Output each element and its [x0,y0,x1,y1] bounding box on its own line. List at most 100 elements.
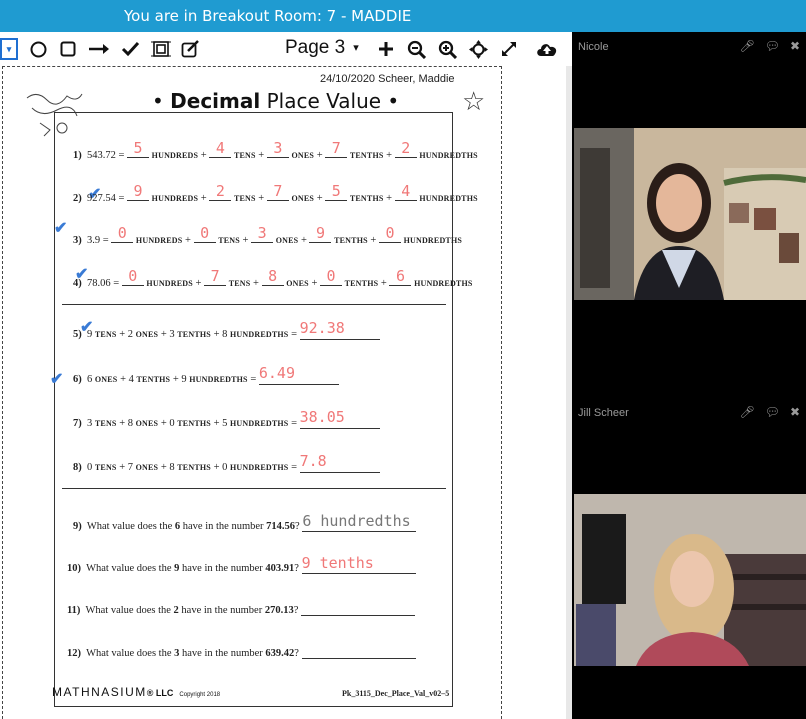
question-number: 714.56 [266,521,296,532]
unit-label: HUNDREDTHS [403,236,463,245]
checkmark-icon[interactable] [119,36,141,62]
problem-number: 10) [67,563,81,574]
answer-blank[interactable]: 7 [204,267,227,286]
unit-label: TENS [94,419,117,428]
answer-blank[interactable]: 6 hundredths [302,512,417,532]
handwritten-answer: 3 [273,139,283,157]
circle-icon[interactable] [28,36,48,62]
plus-icon[interactable] [376,36,396,62]
video-tile-jill-scheer[interactable]: Jill Scheer 🎤︎ 💬︎ ✖ [574,398,806,719]
arrow-icon[interactable] [87,36,111,62]
unit-label: TENS [228,279,251,288]
close-icon[interactable]: ✖ [790,39,800,53]
question-mark: ? [295,521,300,532]
unit-label: HUNDREDS [151,151,199,160]
handwritten-answer: 8 [268,267,278,285]
question-digit: 2 [173,605,179,616]
microphone-icon[interactable]: 🎤︎ [739,405,754,419]
close-icon[interactable]: ✖ [790,405,800,419]
zoom-out-icon[interactable] [405,36,427,62]
pen-dropdown-icon[interactable]: ▾ [0,38,18,60]
answer-blank[interactable]: 0 [111,224,134,243]
answer-blank[interactable]: 0 [378,224,401,243]
problem-number: 4) [73,278,82,289]
question-mark: ? [294,563,299,574]
answer-blank[interactable]: 4 [394,182,417,201]
cloud-upload-icon[interactable] [534,36,560,62]
unit-label: ONES [291,151,315,160]
answer-blank[interactable]: 5 [127,139,150,158]
title-bold: Decimal [170,89,261,113]
problem-number: 8) [73,462,82,473]
answer-blank[interactable]: 3 [266,139,289,158]
answer-blank[interactable]: 4 [209,139,232,158]
answer-blank[interactable]: 2 [394,139,417,158]
square-icon[interactable] [58,36,78,62]
typed-answer: 6.49 [258,364,295,382]
scrollbar[interactable] [566,66,572,719]
answer-blank[interactable]: 5 [325,182,348,201]
problem-number: 12) [67,648,81,659]
video-feed [574,128,806,300]
answer-blank[interactable]: 6 [389,267,412,286]
question-text: have in the number [181,605,263,616]
unit-label: HUNDREDTHS [229,463,289,472]
answer-blank[interactable]: 92.38 [299,319,380,340]
term: + 8 [213,329,228,340]
unit-label: ONES [286,279,309,288]
question-digit: 6 [174,521,181,532]
answer-blank[interactable]: 6.49 [258,364,339,385]
answer-blank[interactable]: 9 tenths [301,554,416,574]
whiteboard-pane[interactable]: ▾ Page 3 ▾ 24/10/2020 Scheer, Maddie • D… [0,32,572,719]
equals-sign: = [250,374,257,385]
term: 9 [87,329,93,340]
video-controls: 🎤︎ 💬︎ ✖ [739,39,800,53]
zoom-in-icon[interactable] [436,36,458,62]
unit-label: HUNDREDTHS [414,279,473,288]
worksheet-title: • Decimal Place Value • [152,89,399,113]
expand-icon[interactable] [498,36,520,62]
unit-label: TENTHS [177,463,211,472]
answer-blank[interactable]: 0 [319,267,342,286]
answer-blank[interactable]: 7 [325,139,348,158]
answer-blank[interactable] [301,643,416,659]
handwritten-answer: 3 [257,224,267,242]
video-tile-nicole[interactable]: Nicole 🎤︎ 💬︎ ✖ [574,32,806,396]
question-digit: 9 [174,563,180,574]
answer-blank[interactable]: 8 [261,267,284,286]
answer-blank[interactable]: 0 [121,267,144,286]
question-number: 639.42 [265,648,295,659]
problem-row: 5) 9 TENS + 2 ONES + 3 TENTHS + 8 HUNDRE… [73,319,380,340]
annotation-toolbar: ▾ Page 3 ▾ [0,32,572,66]
answer-blank[interactable]: 3 [251,224,274,243]
chat-icon[interactable]: 💬︎ [765,405,780,419]
answer-blank[interactable] [300,600,415,616]
answer-blank[interactable]: 38.05 [299,408,380,429]
chat-icon[interactable]: 💬︎ [765,39,780,53]
answer-blank[interactable]: 9 [309,224,332,243]
term: + 4 [120,374,134,385]
date-name-label: 24/10/2020 Scheer, Maddie [320,73,455,85]
move-icon[interactable] [467,36,489,62]
answer-blank[interactable]: 0 [193,224,216,243]
answer-blank[interactable]: 7.8 [299,452,380,473]
unit-label: ONES [94,375,118,384]
unit-label: HUNDREDTHS [229,419,289,428]
edit-icon[interactable] [180,36,202,62]
page-selector[interactable]: Page 3 ▾ [285,37,359,59]
select-box-icon[interactable] [149,36,173,62]
answer-blank[interactable]: 9 [127,182,150,201]
answer-blank[interactable]: 2 [209,182,232,201]
worksheet-code: Pk_3115_Dec_Place_Val_v02–5 [342,689,450,698]
star-icon[interactable]: ☆ [462,86,485,117]
handwritten-answer: 5 [331,182,341,200]
equals-sign: = [291,462,297,473]
mathnasium-logo: MATHNASIUM® LLC Copyright 2018 [52,685,220,699]
handwritten-answer: 0 [385,224,395,242]
problem-row: 4) 78.06 = 0 HUNDREDS + 7 TENS + 8 ONES … [73,267,473,289]
title-bullet-right: • [387,89,400,113]
answer-blank[interactable]: 7 [266,182,289,201]
microphone-icon[interactable]: 🎤︎ [739,39,754,53]
checkmark-annotation: ✔ [54,220,68,237]
handwritten-answer: 0 [326,267,336,285]
